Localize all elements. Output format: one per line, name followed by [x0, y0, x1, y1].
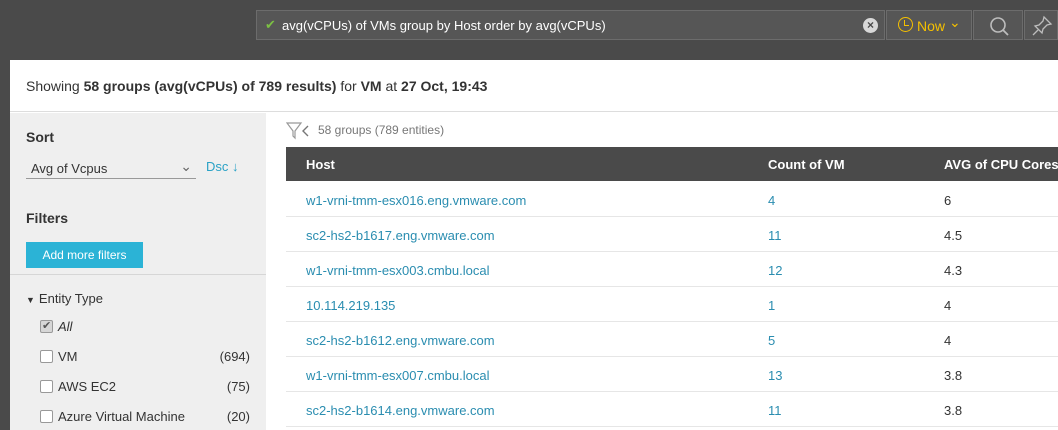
table-header: Host Count of VM AVG of CPU Cores — [286, 147, 1058, 181]
avg-cpu-value: 3.8 — [944, 403, 963, 418]
filter-label: Azure Virtual Machine — [58, 409, 185, 424]
column-header-avg-cpu[interactable]: AVG of CPU Cores — [944, 157, 1058, 172]
sort-select[interactable]: Avg of Vcpus ⌄ — [26, 157, 196, 179]
results-panel: Showing 58 groups (avg(vCPUs) of 789 res… — [10, 60, 1058, 430]
valid-check-icon: ✔ — [265, 17, 276, 32]
filter-count: (75) — [226, 379, 250, 394]
groups-info: 58 groups (789 entities) — [286, 122, 444, 140]
filter-count: (694) — [219, 349, 250, 364]
host-link[interactable]: sc2-hs2-b1617.eng.vmware.com — [306, 228, 495, 243]
clock-icon — [898, 17, 913, 32]
arrow-down-icon: ↓ — [232, 159, 239, 174]
pin-icon — [1032, 15, 1053, 36]
search-button[interactable] — [973, 10, 1023, 40]
host-link[interactable]: w1-vrni-tmm-esx003.cmbu.local — [306, 263, 490, 278]
summary-groups: 58 groups (avg(vCPUs) of 789 results) — [83, 78, 337, 94]
entity-type-label: Entity Type — [38, 291, 103, 306]
host-link[interactable]: sc2-hs2-b1612.eng.vmware.com — [306, 333, 495, 348]
summary-time: 27 Oct, 19:43 — [401, 78, 488, 94]
caret-down-icon: ▼ — [26, 295, 35, 305]
host-link[interactable]: w1-vrni-tmm-esx007.cmbu.local — [306, 368, 490, 383]
results-summary: Showing 58 groups (avg(vCPUs) of 789 res… — [10, 60, 1058, 112]
avg-cpu-value: 6 — [944, 193, 952, 208]
filter-count: (20) — [226, 409, 250, 424]
summary-for: for — [340, 78, 357, 94]
filter-label: All — [58, 319, 73, 334]
search-query[interactable]: avg(vCPUs) of VMs group by Host order by… — [282, 18, 606, 33]
divider — [10, 274, 266, 275]
count-link[interactable]: 13 — [768, 368, 782, 383]
column-header-count[interactable]: Count of VM — [768, 157, 845, 172]
table-row: w1-vrni-tmm-esx003.cmbu.local 12 4.3 — [286, 252, 1058, 287]
filter-option-all[interactable]: All — [40, 319, 250, 339]
checkbox[interactable] — [40, 410, 53, 423]
sort-direction-toggle[interactable]: Dsc ↓ — [206, 159, 239, 174]
table-row: w1-vrni-tmm-esx016.eng.vmware.com 4 6 — [286, 182, 1058, 217]
count-link[interactable]: 11 — [768, 228, 782, 243]
summary-prefix: Showing — [26, 78, 80, 94]
table-row: sc2-hs2-b1612.eng.vmware.com 5 4 — [286, 322, 1058, 357]
table-row: sc2-hs2-b1617.eng.vmware.com 11 4.5 — [286, 217, 1058, 252]
filter-option-vm[interactable]: VM (694) — [40, 349, 250, 369]
summary-at: at — [385, 78, 398, 94]
count-link[interactable]: 5 — [768, 333, 775, 348]
filter-collapse-icon[interactable] — [286, 122, 310, 140]
filter-sidebar: Sort Avg of Vcpus ⌄ Dsc ↓ Filters Add mo… — [10, 113, 266, 430]
avg-cpu-value: 4.5 — [944, 228, 963, 243]
chevron-down-icon: ⌄ — [180, 158, 192, 174]
count-link[interactable]: 1 — [768, 298, 775, 313]
groups-info-text: 58 groups (789 entities) — [318, 123, 445, 138]
entity-type-toggle[interactable]: ▼ Entity Type — [26, 291, 103, 306]
count-link[interactable]: 11 — [768, 403, 782, 418]
sort-direction-label: Dsc — [206, 159, 229, 174]
avg-cpu-value: 4.3 — [944, 263, 963, 278]
count-link[interactable]: 4 — [768, 193, 775, 208]
chevron-down-icon: ⌄ — [949, 14, 961, 30]
time-picker[interactable]: Now ⌄ — [886, 10, 972, 40]
time-label: Now — [917, 18, 946, 34]
column-header-host[interactable]: Host — [306, 157, 335, 172]
host-link[interactable]: w1-vrni-tmm-esx016.eng.vmware.com — [306, 193, 526, 208]
table-row: 10.114.219.135 1 4 — [286, 287, 1058, 322]
filter-option-azure-vm[interactable]: Azure Virtual Machine (20) — [40, 409, 250, 429]
avg-cpu-value: 4 — [944, 333, 952, 348]
sort-value: Avg of Vcpus — [31, 161, 108, 176]
count-link[interactable]: 12 — [768, 263, 782, 278]
table-row: sc2-hs2-b1614.eng.vmware.com 11 3.8 — [286, 392, 1058, 427]
add-filters-button[interactable]: Add more filters — [26, 242, 143, 268]
host-link[interactable]: 10.114.219.135 — [306, 298, 395, 313]
sort-heading: Sort — [26, 129, 54, 145]
filter-option-aws-ec2[interactable]: AWS EC2 (75) — [40, 379, 250, 399]
search-bar[interactable]: ✔ avg(vCPUs) of VMs group by Host order … — [256, 10, 885, 40]
checkbox[interactable] — [40, 350, 53, 363]
pin-button[interactable] — [1024, 10, 1058, 40]
top-bar: ✔ avg(vCPUs) of VMs group by Host order … — [0, 0, 1058, 50]
summary-entity: VM — [360, 78, 382, 94]
checkbox-checked[interactable] — [40, 319, 53, 333]
filter-label: AWS EC2 — [58, 379, 117, 394]
checkbox[interactable] — [40, 380, 53, 393]
avg-cpu-value: 3.8 — [944, 368, 963, 383]
host-link[interactable]: sc2-hs2-b1614.eng.vmware.com — [306, 403, 495, 418]
filters-heading: Filters — [26, 210, 69, 226]
avg-cpu-value: 4 — [944, 298, 952, 313]
filter-label: VM — [58, 349, 78, 364]
search-icon — [990, 17, 1009, 36]
table-row: w1-vrni-tmm-esx007.cmbu.local 13 3.8 — [286, 357, 1058, 392]
clear-icon[interactable]: × — [863, 18, 878, 33]
